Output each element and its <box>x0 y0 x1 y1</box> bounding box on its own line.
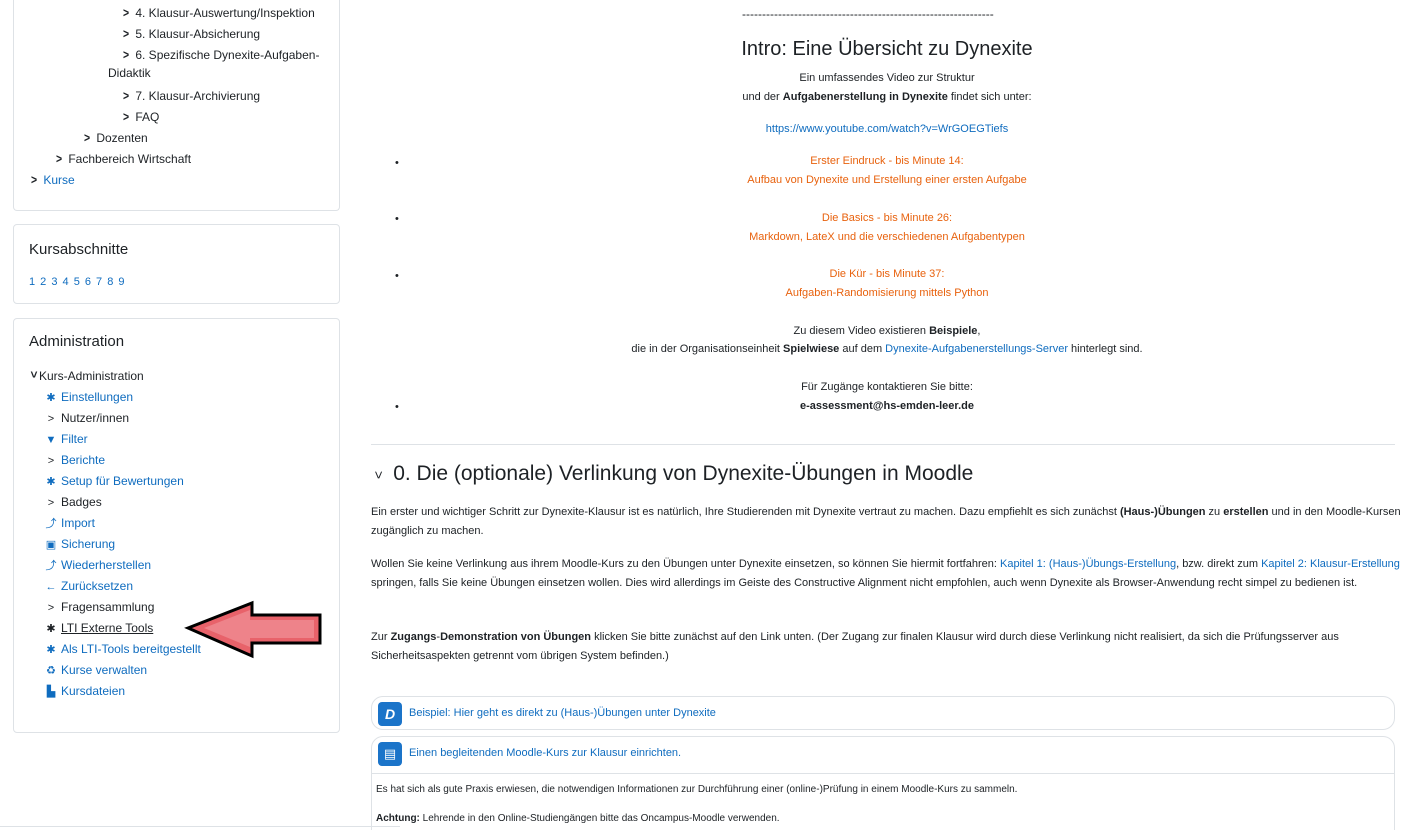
admin-kursdateien[interactable]: ▙ Kursdateien <box>44 684 125 700</box>
gear-icon: ✱ <box>46 392 56 404</box>
nav-item-kurse[interactable]: > Kurse <box>30 172 75 188</box>
admin-berichte[interactable]: > Berichte <box>44 453 105 469</box>
intro-line-2: und der Aufgabenerstellung in Dynexite f… <box>742 91 1032 103</box>
block-title-kursabschnitte: Kursabschnitte <box>29 241 129 258</box>
nav-item-aufgaben-didaktik[interactable]: > 6. Spezifische Dynexite-Aufgaben- <box>122 47 319 63</box>
chevron-right-icon: > <box>123 88 130 103</box>
main-content: ----------------------------------------… <box>357 0 1420 830</box>
activity-dynexite-uebungen[interactable]: D Beispiel: Hier geht es direkt zu (Haus… <box>371 696 1395 730</box>
section-links[interactable]: 1 2 3 4 5 6 7 8 9 <box>29 276 126 288</box>
server-link[interactable]: Dynexite-Aufgabenerstellungs-Server <box>885 343 1068 355</box>
admin-wiederherstellen[interactable]: ⤴ Wiederherstellen <box>44 558 152 574</box>
admin-badges[interactable]: > Badges <box>44 495 102 511</box>
page-icon: ▤ <box>378 742 402 766</box>
chevron-right-icon: > <box>47 455 55 467</box>
block-title-administration: Administration <box>29 333 125 350</box>
youtube-link[interactable]: https://www.youtube.com/watch?v=WrGOEGTi… <box>766 123 1008 135</box>
chevron-down-icon: > <box>371 470 388 480</box>
bullet-1-line2: Aufbau von Dynexite und Erstellung einer… <box>747 174 1027 186</box>
nav-item-didaktik-cont[interactable]: Didaktik <box>108 66 151 81</box>
admin-kurse-verwalten[interactable]: ♻ Kurse verwalten <box>44 663 147 679</box>
activity-link-moodle-kurs[interactable]: Einen begleitenden Moodle-Kurs zur Klaus… <box>409 747 681 759</box>
bullet-1-line1: Erster Eindruck - bis Minute 14: <box>810 155 964 167</box>
admin-fragensammlung[interactable]: > Fragensammlung <box>44 600 155 616</box>
chevron-right-icon: > <box>31 172 38 187</box>
backup-icon: ▣ <box>45 539 57 551</box>
org-line: die in der Organisationseinheit Spielwie… <box>631 343 1143 355</box>
chevron-right-icon: > <box>123 109 130 124</box>
annotation-arrow-icon <box>184 600 322 659</box>
section-heading[interactable]: >0. Die (optionale) Verlinkung von Dynex… <box>371 462 973 486</box>
recycle-icon: ♻ <box>46 665 56 677</box>
bullet-3-line2: Aufgaben-Randomisierung mittels Python <box>785 287 989 299</box>
chevron-right-icon: > <box>123 5 130 20</box>
activity-moodle-kurs[interactable]: ▤ Einen begleitenden Moodle-Kurs zur Kla… <box>371 736 1395 830</box>
filter-icon: ▼ <box>45 434 57 446</box>
nav-item-klausur-archivierung[interactable]: > 7. Klausur-Archivierung <box>122 88 260 104</box>
intro-line-1: Ein umfassendes Video zur Struktur <box>799 72 975 84</box>
paragraph-3: Zur Zugangs-Demonstration von Übungen kl… <box>371 631 1339 662</box>
chart-icon: ▙ <box>46 686 56 698</box>
chevron-right-icon: > <box>47 602 55 614</box>
divider <box>371 444 1395 445</box>
kursabschnitte-block: Kursabschnitte 1 2 3 4 5 6 7 8 9 <box>13 224 340 304</box>
navigation-block: > 4. Klausur-Auswertung/Inspektion > 5. … <box>13 0 340 211</box>
admin-zuruecksetzen[interactable]: ← Zurücksetzen <box>44 579 134 595</box>
gear-icon: ✱ <box>46 476 56 488</box>
activity-description-1: Es hat sich als gute Praxis erwiesen, di… <box>376 784 1018 795</box>
nav-item-faq[interactable]: > FAQ <box>122 109 159 125</box>
admin-sicherung[interactable]: ▣ Sicherung <box>44 537 115 553</box>
admin-nutzer[interactable]: > Nutzer/innen <box>44 411 129 427</box>
admin-import[interactable]: ⤴ Import <box>44 516 96 532</box>
administration-block: Administration >Kurs-Administration ✱ Ein… <box>13 318 340 733</box>
kapitel-2-link[interactable]: Kapitel 2: Klausur-Erstellung <box>1261 558 1400 570</box>
bottom-divider <box>0 826 400 827</box>
admin-einstellungen[interactable]: ✱ Einstellungen <box>44 390 133 406</box>
contact-email: e-assessment@hs-emden-leer.de <box>800 400 974 412</box>
chevron-right-icon: > <box>123 26 130 41</box>
chevron-right-icon: > <box>56 151 63 166</box>
paragraph-1: Ein erster und wichtiger Schritt zur Dyn… <box>371 506 1401 537</box>
contact-line: Für Zugänge kontaktieren Sie bitte: <box>801 381 973 393</box>
activity-description-2: Achtung: Lehrende in den Online-Studieng… <box>376 813 780 824</box>
admin-lti-externe-tools[interactable]: ✱ LTI Externe Tools <box>44 621 153 637</box>
bullet-2-line1: Die Basics - bis Minute 26: <box>821 212 953 224</box>
youtube-link-row: https://www.youtube.com/watch?v=WrGOEGTi… <box>357 123 1417 135</box>
chevron-down-icon: > <box>27 371 41 379</box>
chevron-right-icon: > <box>47 497 55 509</box>
separator-dashes: ----------------------------------------… <box>742 7 994 21</box>
dynexite-icon: D <box>378 702 402 726</box>
nav-item-fachbereich-wirtschaft[interactable]: > Fachbereich Wirtschaft <box>55 151 191 167</box>
nav-item-dozenten[interactable]: > Dozenten <box>83 130 148 146</box>
bullet-2-line2: Markdown, LateX und die verschiedenen Au… <box>749 231 1025 243</box>
activity-link-uebungen[interactable]: Beispiel: Hier geht es direkt zu (Haus-)… <box>409 707 716 719</box>
gear-icon: ✱ <box>46 644 56 656</box>
chevron-right-icon: > <box>47 413 55 425</box>
gear-icon: ✱ <box>46 623 56 635</box>
kapitel-1-link[interactable]: Kapitel 1: (Haus-)Übungs-Erstellung <box>1000 558 1176 570</box>
bullet-3-line1: Die Kür - bis Minute 37: <box>829 268 945 280</box>
contact-email-row: e-assessment@hs-emden-leer.de <box>357 400 1417 412</box>
intro-heading: Intro: Eine Übersicht zu Dynexite <box>741 38 1033 60</box>
nav-item-klausur-absicherung[interactable]: > 5. Klausur-Absicherung <box>122 26 260 42</box>
arrow-left-icon: ← <box>45 581 57 593</box>
admin-setup-bewertungen[interactable]: ✱ Setup für Bewertungen <box>44 474 183 490</box>
admin-als-lti-tools[interactable]: ✱ Als LTI-Tools bereitgestellt <box>44 642 200 658</box>
chevron-right-icon: > <box>123 47 130 62</box>
nav-item-klausur-auswertung[interactable]: > 4. Klausur-Auswertung/Inspektion <box>122 5 315 21</box>
admin-filter[interactable]: ▼ Filter <box>44 432 88 448</box>
examples-line: Zu diesem Video existieren Beispiele, <box>793 325 981 337</box>
import-icon: ⤴ <box>45 518 57 530</box>
paragraph-2: Wollen Sie keine Verlinkung aus ihrem Mo… <box>371 558 1400 589</box>
restore-icon: ⤴ <box>45 560 57 572</box>
activity-separator <box>372 773 1394 774</box>
chevron-right-icon: > <box>84 130 91 145</box>
kurs-administration-toggle[interactable]: >Kurs-Administration <box>27 369 144 383</box>
sidebar: > 4. Klausur-Auswertung/Inspektion > 5. … <box>0 0 350 830</box>
